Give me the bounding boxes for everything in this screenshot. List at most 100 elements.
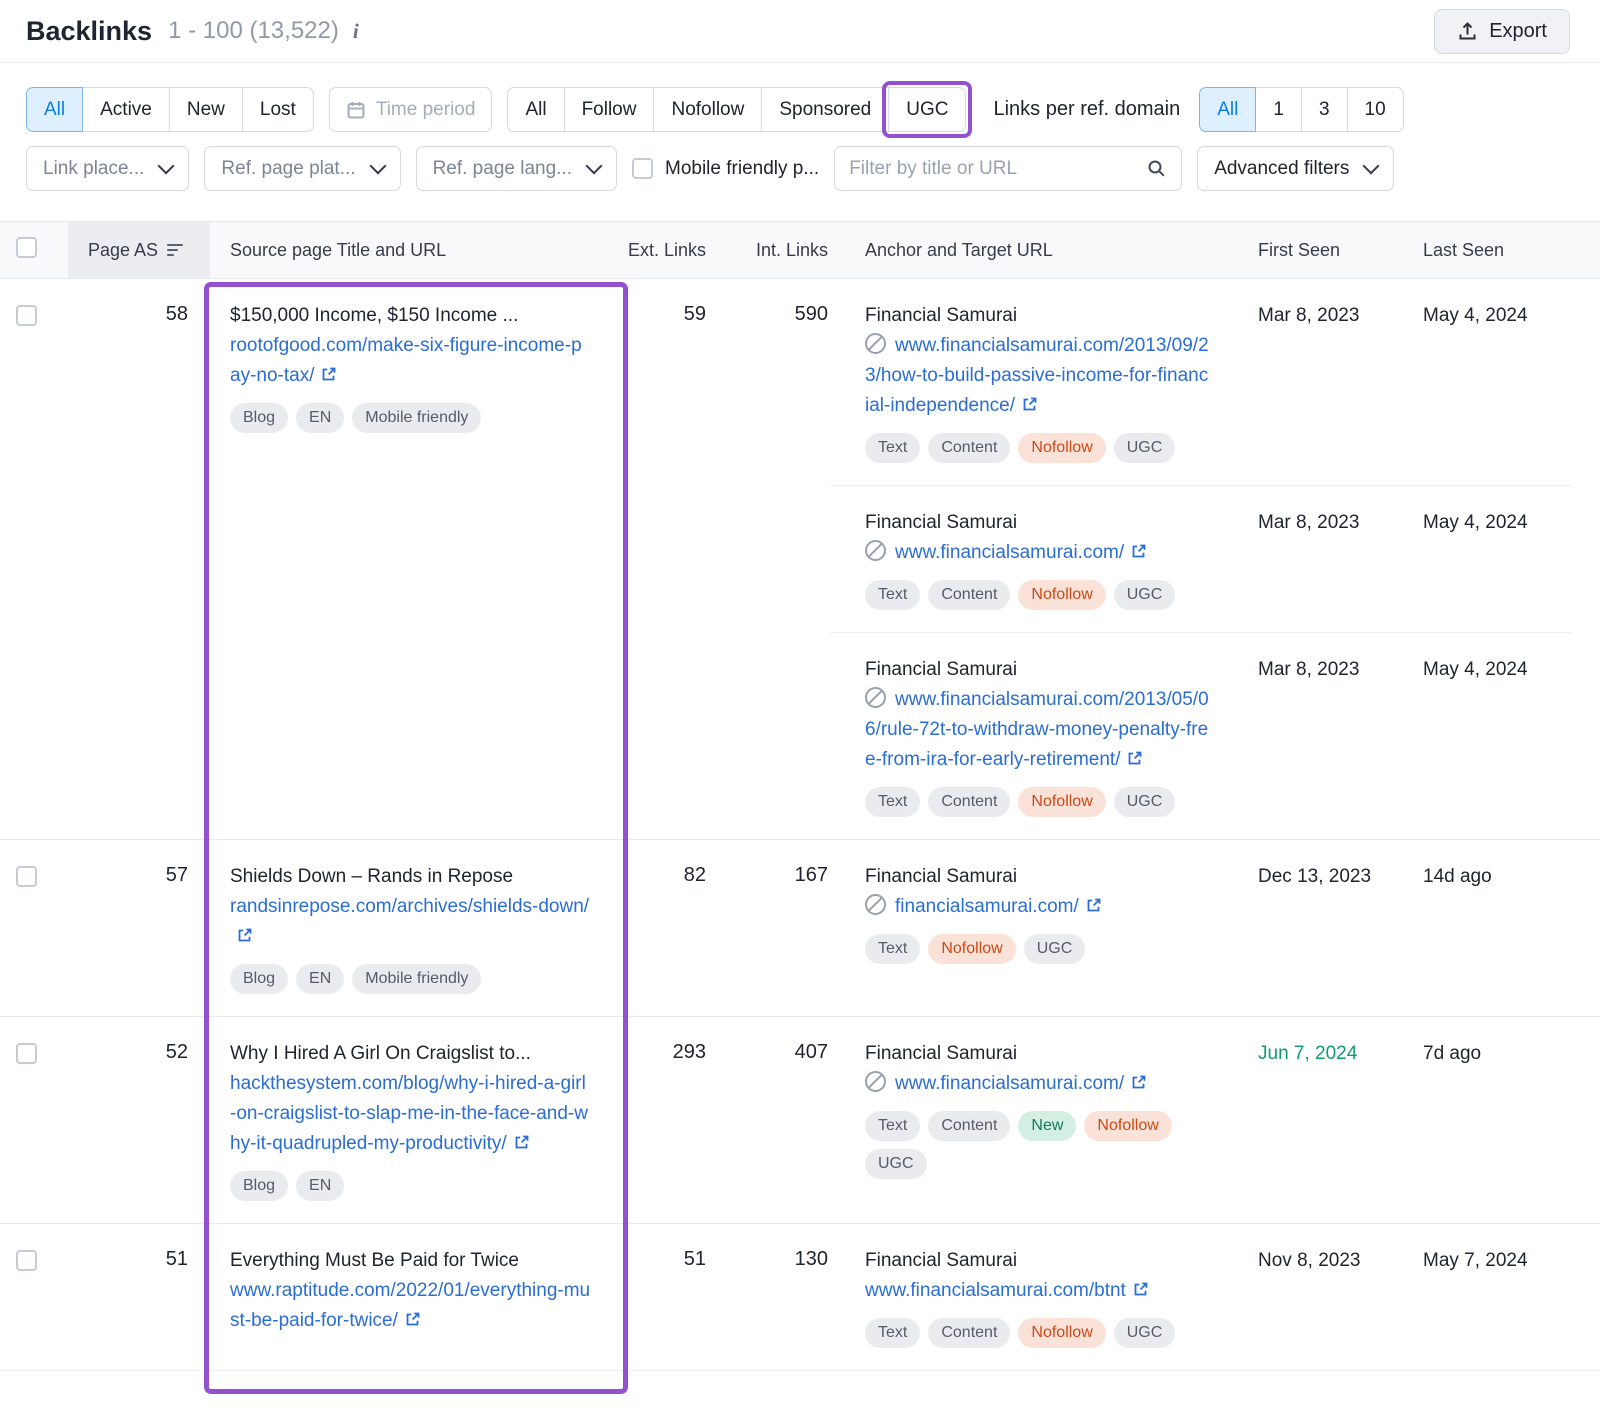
badge: Mobile friendly: [352, 964, 481, 994]
row-checkbox[interactable]: [16, 1250, 37, 1271]
tag: Content: [928, 1318, 1010, 1348]
target-url-link[interactable]: www.financialsamurai.com/2013/05/06/rule…: [865, 689, 1209, 770]
badge: EN: [296, 964, 344, 994]
status-filter-all[interactable]: All: [26, 87, 83, 132]
target-url-text: financialsamurai.com/: [895, 896, 1079, 917]
time-period-button[interactable]: Time period: [329, 87, 493, 132]
links-per-domain-3[interactable]: 3: [1301, 87, 1348, 132]
export-button[interactable]: Export: [1434, 9, 1570, 54]
status-filter-active[interactable]: Active: [82, 87, 170, 132]
column-header-page-as[interactable]: Page AS: [68, 222, 210, 278]
advanced-filters-dropdown[interactable]: Advanced filters: [1197, 146, 1394, 191]
source-url-text: randsinrepose.com/archives/shields-down/: [230, 896, 589, 917]
links-per-domain-group: All 1 3 10: [1199, 87, 1403, 132]
source-badges: Blog EN: [230, 1171, 592, 1201]
tag: UGC: [1114, 1318, 1176, 1348]
source-cell: Shields Down – Rands in Repose randsinre…: [210, 840, 618, 1016]
badge: EN: [296, 403, 344, 433]
sort-icon: [167, 243, 183, 257]
link-type-all[interactable]: All: [507, 87, 564, 132]
nofollow-icon: [865, 894, 886, 915]
source-url-text: hackthesystem.com/blog/why-i-hired-a-gir…: [230, 1073, 588, 1154]
anchor-cell: Financial Samurai www.financialsamurai.c…: [830, 1224, 1230, 1370]
badge: Blog: [230, 403, 288, 433]
source-title: Why I Hired A Girl On Craigslist to...: [230, 1039, 592, 1069]
last-seen-value: 7d ago: [1397, 1017, 1572, 1201]
anchor-cell: Financial Samurai financialsamurai.com/ …: [830, 840, 1230, 986]
results-range: 1 - 100 (13,522): [168, 17, 339, 45]
row-checkbox[interactable]: [16, 866, 37, 887]
table-header: Page AS Source page Title and URL Ext. L…: [0, 221, 1600, 279]
target-url-text: www.financialsamurai.com/btnt: [865, 1280, 1126, 1301]
first-seen-value: Mar 8, 2023: [1230, 486, 1397, 632]
anchor-text: Financial Samurai: [865, 508, 1210, 538]
badge: Blog: [230, 964, 288, 994]
tag: Text: [865, 1111, 920, 1141]
row-checkbox[interactable]: [16, 1043, 37, 1064]
link-placement-dropdown[interactable]: Link place...: [26, 146, 189, 191]
table-row: 52 Why I Hired A Girl On Craigslist to..…: [0, 1017, 1600, 1224]
anchor-text: Financial Samurai: [865, 862, 1210, 892]
mobile-friendly-filter[interactable]: Mobile friendly p...: [632, 158, 819, 180]
search-input[interactable]: [835, 158, 1131, 180]
target-url-text: www.financialsamurai.com/2013/05/06/rule…: [865, 689, 1209, 770]
mobile-friendly-checkbox[interactable]: [632, 158, 653, 179]
target-url-text: www.financialsamurai.com/: [895, 542, 1124, 563]
source-url-link[interactable]: www.raptitude.com/2022/01/everything-mus…: [230, 1280, 590, 1331]
first-seen-value: Nov 8, 2023: [1230, 1224, 1397, 1370]
link-type-follow[interactable]: Follow: [564, 87, 655, 132]
links-per-domain-all[interactable]: All: [1199, 87, 1256, 132]
info-icon[interactable]: i: [353, 19, 359, 44]
source-url-link[interactable]: hackthesystem.com/blog/why-i-hired-a-gir…: [230, 1073, 588, 1154]
calendar-icon: [346, 100, 366, 120]
anchors-group: Financial Samurai financialsamurai.com/ …: [830, 840, 1572, 1016]
link-type-ugc[interactable]: UGC: [888, 87, 966, 132]
target-url-link[interactable]: financialsamurai.com/: [895, 896, 1102, 917]
status-filter-new[interactable]: New: [169, 87, 243, 132]
ref-page-language-dropdown[interactable]: Ref. page lang...: [416, 146, 617, 191]
last-seen-value: 14d ago: [1397, 840, 1572, 986]
page-as-header-label: Page AS: [88, 240, 158, 261]
target-url-link[interactable]: www.financialsamurai.com/: [895, 1073, 1147, 1094]
table-row: 51 Everything Must Be Paid for Twice www…: [0, 1224, 1600, 1371]
anchor-tags: Text Content Nofollow UGC: [865, 787, 1210, 817]
column-header-anchor: Anchor and Target URL: [830, 240, 1230, 261]
links-per-domain-10[interactable]: 10: [1347, 87, 1404, 132]
source-url-link[interactable]: rootofgood.com/make-six-figure-income-pa…: [230, 335, 582, 386]
source-url-link[interactable]: randsinrepose.com/archives/shields-down/: [230, 896, 589, 947]
links-per-domain-1[interactable]: 1: [1255, 87, 1302, 132]
last-seen-value: May 7, 2024: [1397, 1224, 1572, 1370]
tag: New: [1018, 1111, 1076, 1141]
source-cell: Why I Hired A Girl On Craigslist to... h…: [210, 1017, 618, 1223]
target-url-link[interactable]: www.financialsamurai.com/btnt: [865, 1280, 1149, 1301]
anchor-cell: Financial Samurai www.financialsamurai.c…: [830, 1017, 1230, 1201]
time-period-label: Time period: [376, 99, 476, 121]
ext-links-value: 51: [618, 1224, 708, 1370]
link-type-nofollow[interactable]: Nofollow: [653, 87, 762, 132]
tag: Content: [928, 580, 1010, 610]
column-header-ext-links: Ext. Links: [618, 240, 708, 261]
ext-links-value: 82: [618, 840, 708, 1016]
tag: Nofollow: [1018, 787, 1105, 817]
links-per-domain-label: Links per ref. domain: [993, 98, 1180, 121]
status-filter-lost[interactable]: Lost: [242, 87, 314, 132]
search-button[interactable]: [1131, 147, 1181, 190]
link-type-sponsored[interactable]: Sponsored: [761, 87, 889, 132]
column-header-first-seen: First Seen: [1230, 240, 1397, 261]
target-url-link[interactable]: www.financialsamurai.com/: [895, 542, 1147, 563]
nofollow-icon: [865, 333, 886, 354]
ref-page-platform-dropdown[interactable]: Ref. page plat...: [204, 146, 400, 191]
export-icon: [1457, 21, 1478, 42]
chevron-down-icon: [158, 158, 175, 175]
advanced-filters-label: Advanced filters: [1214, 158, 1349, 180]
tag: UGC: [1114, 580, 1176, 610]
first-seen-value: Mar 8, 2023: [1230, 633, 1397, 839]
target-url-link[interactable]: www.financialsamurai.com/2013/09/23/how-…: [865, 335, 1209, 416]
row-checkbox[interactable]: [16, 305, 37, 326]
anchor-row: Financial Samurai www.financialsamurai.c…: [830, 1224, 1572, 1370]
select-all-checkbox[interactable]: [16, 237, 37, 258]
tag: Text: [865, 580, 920, 610]
anchor-tags: Text Content New Nofollow UGC: [865, 1111, 1210, 1179]
anchor-text: Financial Samurai: [865, 301, 1210, 331]
ref-page-language-label: Ref. page lang...: [433, 158, 572, 180]
